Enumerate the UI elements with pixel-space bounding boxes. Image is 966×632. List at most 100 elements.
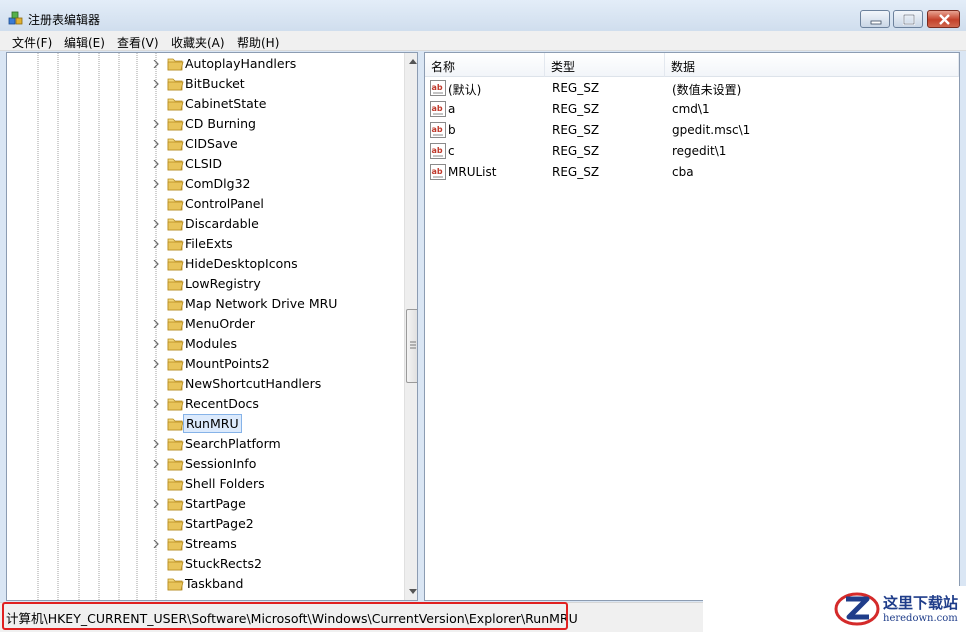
tree-scrollbar[interactable] [404,53,418,600]
expand-arrow-icon[interactable] [152,160,160,168]
tree-item-label: SearchPlatform [185,436,281,451]
string-value-icon: ab [430,143,446,159]
tree-item[interactable]: LowRegistry [7,274,403,294]
expand-arrow-icon[interactable] [152,60,160,68]
expand-arrow-icon[interactable] [152,180,160,188]
svg-text:ab: ab [432,167,443,176]
menu-edit[interactable]: 编辑(E) [64,34,105,51]
tree-item[interactable]: Map Network Drive MRU [7,294,403,314]
expand-arrow-icon[interactable] [152,240,160,248]
value-type: REG_SZ [552,165,600,179]
tree-item[interactable]: SessionInfo [7,454,403,474]
tree-item[interactable]: RunMRU [7,414,403,434]
column-header-type[interactable]: 类型 [545,53,665,77]
tree-item-label: StartPage2 [185,516,254,531]
minimize-button[interactable] [860,10,890,28]
tree-item[interactable]: AutoplayHandlers [7,54,403,74]
tree-item[interactable]: StartPage [7,494,403,514]
value-row[interactable]: ab MRUList REG_SZ cba [425,162,959,183]
minimize-icon [870,20,882,25]
tree-pane[interactable]: AutoplayHandlers BitBucket CabinetState CD … [6,52,418,601]
menu-bar: 文件(F) 编辑(E) 查看(V) 收藏夹(A) 帮助(H) [0,31,966,51]
menu-view[interactable]: 查看(V) [117,34,159,51]
tree-item[interactable]: ControlPanel [7,194,403,214]
expand-arrow-icon[interactable] [152,460,160,468]
expand-arrow-icon[interactable] [152,120,160,128]
tree-item[interactable]: Modules [7,334,403,354]
tree-item-label: FileExts [185,236,233,251]
tree-item-label: BitBucket [185,76,245,91]
column-header-name[interactable]: 名称 [425,53,545,77]
tree-item[interactable]: ComDlg32 [7,174,403,194]
expand-arrow-icon[interactable] [152,260,160,268]
tree-item[interactable]: RecentDocs [7,394,403,414]
string-value-icon: ab [430,164,446,180]
scroll-down-arrow-icon[interactable] [405,583,418,600]
tree-item-label: LowRegistry [185,276,261,291]
tree-item[interactable]: Shell Folders [7,474,403,494]
menu-favorites[interactable]: 收藏夹(A) [171,34,225,51]
tree-item[interactable]: MenuOrder [7,314,403,334]
tree-item-label: ComDlg32 [185,176,251,191]
string-value-icon: ab [430,122,446,138]
menu-file[interactable]: 文件(F) [12,34,52,51]
tree-item[interactable]: BitBucket [7,74,403,94]
tree-item[interactable]: Discardable [7,214,403,234]
tree-item[interactable]: HideDesktopIcons [7,254,403,274]
watermark-subtitle: heredown.com [883,613,958,624]
tree-item[interactable]: CD Burning [7,114,403,134]
value-row[interactable]: ab b REG_SZ gpedit.msc\1 [425,120,959,141]
svg-text:ab: ab [432,146,443,155]
expand-arrow-icon[interactable] [152,440,160,448]
tree-item[interactable]: SearchPlatform [7,434,403,454]
value-type: REG_SZ [552,123,600,137]
expand-arrow-icon[interactable] [152,540,160,548]
grip-icon [410,341,416,349]
tree-item[interactable]: CLSID [7,154,403,174]
expand-arrow-icon[interactable] [152,140,160,148]
column-header-data[interactable]: 数据 [665,53,959,77]
value-name: a [448,102,456,116]
tree-item-label: RunMRU [183,414,242,433]
tree-item[interactable]: NewShortcutHandlers [7,374,403,394]
value-type: REG_SZ [552,144,600,158]
value-type: REG_SZ [552,102,600,116]
tree-item[interactable]: Taskband [7,574,403,594]
tree-item-label: RecentDocs [185,396,259,411]
value-name: (默认) [448,83,482,97]
tree-item-label: StartPage [185,496,246,511]
tree-item-label: CIDSave [185,136,238,151]
watermark: 这里下载站 heredown.com [703,586,966,632]
title-bar[interactable]: 注册表编辑器 [0,0,966,32]
maximize-icon [902,13,916,26]
expand-arrow-icon[interactable] [152,400,160,408]
tree-item-label: Shell Folders [185,476,265,491]
tree-item[interactable]: Streams [7,534,403,554]
close-button[interactable] [927,10,960,28]
expand-arrow-icon[interactable] [152,340,160,348]
value-row[interactable]: ab c REG_SZ regedit\1 [425,141,959,162]
expand-arrow-icon[interactable] [152,360,160,368]
values-pane[interactable]: 名称 类型 数据 ab (默认) REG_SZ (数值未设置) ab a REG_SZ cmd… [424,52,960,601]
value-row[interactable]: ab (默认) REG_SZ (数值未设置) [425,78,959,99]
tree-item[interactable]: CIDSave [7,134,403,154]
tree-item-label: SessionInfo [185,456,257,471]
tree-item[interactable]: CabinetState [7,94,403,114]
tree-item[interactable]: FileExts [7,234,403,254]
menu-help[interactable]: 帮助(H) [237,34,279,51]
svg-text:ab: ab [432,104,443,113]
expand-arrow-icon[interactable] [152,220,160,228]
tree-item[interactable]: StuckRects2 [7,554,403,574]
tree-item[interactable]: StartPage2 [7,514,403,534]
tree-item[interactable]: MountPoints2 [7,354,403,374]
expand-arrow-icon[interactable] [152,320,160,328]
expand-arrow-icon[interactable] [152,500,160,508]
tree-item-label: NewShortcutHandlers [185,376,322,391]
scrollbar-thumb[interactable] [406,309,417,383]
tree-item-label: HideDesktopIcons [185,256,298,271]
expand-arrow-icon[interactable] [152,80,160,88]
value-row[interactable]: ab a REG_SZ cmd\1 [425,99,959,120]
value-data: (数值未设置) [672,83,742,97]
scroll-up-arrow-icon[interactable] [405,53,418,70]
maximize-button[interactable] [893,10,923,28]
